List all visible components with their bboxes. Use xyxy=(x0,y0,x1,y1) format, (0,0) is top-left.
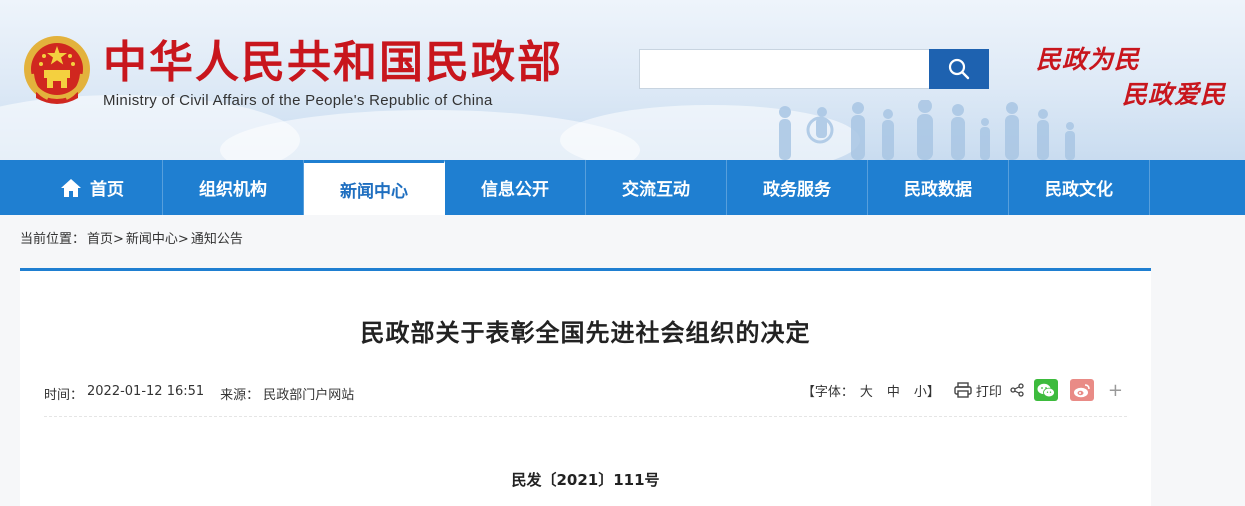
article-tools: 【字体： 大 中 小 】 打印 + xyxy=(802,379,1123,401)
nav-item-label: 交流互动 xyxy=(622,180,690,200)
article-meta: 时间： 2022-01-12 16:51 来源： 民政部门户网站 xyxy=(44,384,354,403)
share-icon[interactable] xyxy=(1010,383,1024,397)
nav-item-label: 组织机构 xyxy=(199,180,267,200)
nav-item-label: 新闻中心 xyxy=(340,181,408,202)
nav-item-label: 政务服务 xyxy=(763,180,831,200)
national-emblem-logo[interactable] xyxy=(22,34,92,108)
font-size-bracket-close: 】 xyxy=(926,384,940,400)
wechat-icon xyxy=(1037,383,1055,397)
slogan-line-1: 民政为民 xyxy=(1036,45,1141,74)
nav-item-civil-data[interactable]: 民政数据 xyxy=(868,160,1009,215)
site-header: 中华人民共和国民政部 Ministry of Civil Affairs of … xyxy=(0,0,1245,160)
nav-item-interaction[interactable]: 交流互动 xyxy=(586,160,727,215)
breadcrumb-notices[interactable]: 通知公告 xyxy=(191,228,243,247)
print-button[interactable]: 打印 xyxy=(954,381,1002,400)
weibo-share-button[interactable] xyxy=(1069,379,1094,401)
breadcrumb-news-center[interactable]: 新闻中心> xyxy=(126,228,189,247)
font-size-label: 【字体： xyxy=(801,384,854,400)
slogan-line-2: 民政爱民 xyxy=(1122,80,1227,109)
search-box xyxy=(639,49,931,89)
breadcrumb: 当前位置： 首页> 新闻中心> 通知公告 xyxy=(20,228,245,247)
wechat-share-button[interactable] xyxy=(1033,379,1058,401)
search-button[interactable] xyxy=(929,49,989,89)
font-size-small-button[interactable]: 小 xyxy=(914,381,927,400)
people-silhouettes-decoration xyxy=(779,100,1075,160)
font-size-medium-button[interactable]: 中 xyxy=(887,381,900,400)
nav-item-info-disclosure[interactable]: 信息公开 xyxy=(445,160,586,215)
home-icon xyxy=(60,178,82,198)
time-label: 时间： xyxy=(44,388,84,403)
search-icon xyxy=(948,58,970,80)
site-title[interactable]: 中华人民共和国民政部 xyxy=(103,38,563,88)
nav-item-label: 首页 xyxy=(90,180,124,200)
printer-icon xyxy=(954,382,972,398)
breadcrumb-prefix: 当前位置： xyxy=(20,232,86,247)
nav-item-label: 民政数据 xyxy=(904,180,972,200)
site-subtitle: Ministry of Civil Affairs of the People'… xyxy=(103,92,493,109)
nav-item-civil-culture[interactable]: 民政文化 xyxy=(1009,160,1150,215)
nav-item-home[interactable]: 首页 xyxy=(22,160,163,215)
meta-divider xyxy=(44,416,1127,417)
breadcrumb-home[interactable]: 首页> xyxy=(87,228,124,247)
document-number: 民发〔2021〕111号 xyxy=(511,471,660,489)
nav-item-organization[interactable]: 组织机构 xyxy=(163,160,304,215)
search-input[interactable] xyxy=(640,50,931,88)
nav-item-news-center[interactable]: 新闻中心 xyxy=(304,160,445,215)
weibo-icon xyxy=(1073,383,1090,397)
font-size-large-button[interactable]: 大 xyxy=(860,381,873,400)
main-nav: 首页 组织机构 新闻中心 信息公开 交流互动 政务服务 民政数据 民政文化 xyxy=(0,160,1245,215)
nav-item-label: 民政文化 xyxy=(1045,180,1113,200)
nav-item-label: 信息公开 xyxy=(481,180,549,200)
article-title: 民政部关于表彰全国先进社会组织的决定 xyxy=(360,319,811,347)
nav-item-gov-services[interactable]: 政务服务 xyxy=(727,160,868,215)
more-share-button[interactable]: + xyxy=(1108,380,1123,401)
publish-time: 2022-01-12 16:51 xyxy=(87,384,205,399)
article-card: 民政部关于表彰全国先进社会组织的决定 时间： 2022-01-12 16:51 … xyxy=(20,268,1151,506)
source-label: 来源： xyxy=(220,388,260,403)
print-label: 打印 xyxy=(975,384,1002,400)
article-source: 民政部门户网站 xyxy=(263,388,355,403)
